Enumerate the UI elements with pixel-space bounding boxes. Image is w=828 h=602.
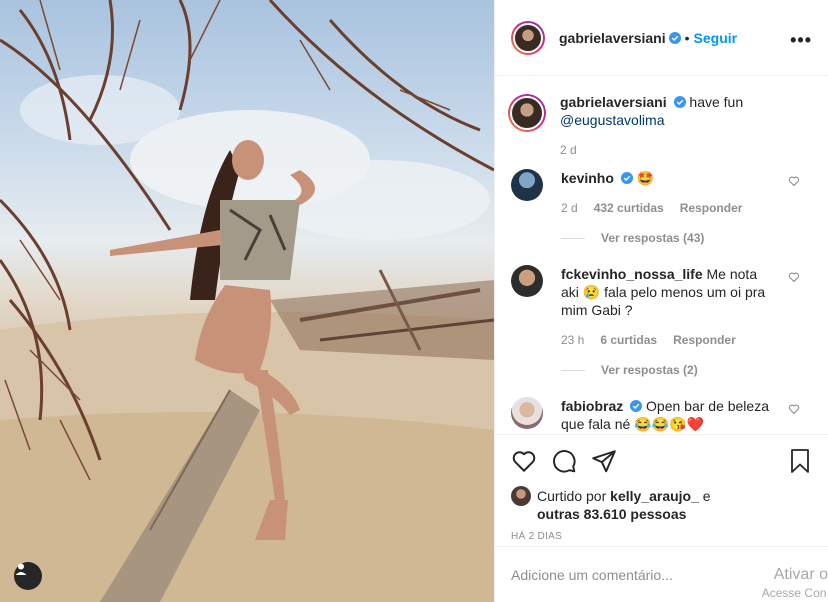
commenter-avatar[interactable] — [511, 169, 543, 201]
post-actions: Curtido por kelly_araujo_ e outras 83.61… — [495, 434, 828, 542]
action-icons-row — [511, 445, 812, 477]
view-replies-button[interactable]: Ver respostas (2) — [561, 361, 771, 379]
reply-button[interactable]: Responder — [673, 331, 736, 349]
caption: gabrielaversiani have fun @eugustavolima… — [508, 93, 812, 159]
view-replies-button[interactable]: Ver respostas (43) — [561, 229, 771, 247]
comment-icon — [553, 450, 576, 473]
caption-time: 2 d — [560, 143, 577, 157]
comment-item: fabiobraz Open bar de beleza que fala né… — [511, 397, 812, 433]
beach-scene-illustration — [0, 0, 494, 602]
comment-input[interactable] — [511, 566, 731, 583]
view-replies-label: Ver respostas (2) — [601, 363, 698, 377]
more-options-icon[interactable]: ••• — [790, 30, 812, 51]
author-username[interactable]: gabrielaversiani — [559, 30, 666, 46]
post-photo[interactable] — [0, 0, 494, 602]
verified-icon — [630, 400, 643, 412]
commenter-avatar[interactable] — [511, 265, 543, 297]
post-header: gabrielaversiani • Seguir ••• — [495, 0, 828, 76]
liker-username[interactable]: kelly_araujo_ — [610, 488, 699, 504]
replies-divider — [561, 237, 585, 239]
likes-connector: e — [702, 488, 711, 504]
save-button[interactable] — [788, 448, 812, 474]
like-button[interactable] — [511, 448, 537, 474]
caption-text: have fun — [689, 94, 744, 110]
watermark-line-1: Ativar o — [773, 566, 828, 583]
comment-likes[interactable]: 6 curtidas — [600, 331, 657, 349]
follow-button[interactable]: Seguir — [694, 30, 738, 46]
author-avatar[interactable] — [511, 20, 545, 55]
share-button[interactable] — [591, 448, 617, 474]
caption-avatar[interactable] — [508, 94, 546, 132]
user-tag-icon — [15, 563, 27, 575]
reply-button[interactable]: Responder — [680, 199, 743, 217]
like-comment-icon[interactable] — [788, 403, 800, 415]
likes-prefix: Curtido por — [537, 488, 607, 504]
comment-time: 23 h — [561, 333, 585, 347]
verified-icon — [620, 172, 633, 184]
verified-icon — [668, 31, 681, 44]
heart-icon — [512, 451, 536, 472]
watermark-line-2: Acesse Con — [761, 586, 827, 600]
liker-avatar[interactable] — [511, 486, 531, 506]
windows-activation-watermark: Ativar o Acesse Con — [752, 566, 828, 602]
comment-item: kevinho 🤩 2 d 432 curtidas Responder Ver… — [511, 169, 812, 247]
comment-button[interactable] — [551, 448, 577, 474]
user-tag-button[interactable] — [14, 562, 42, 590]
like-comment-icon[interactable] — [788, 271, 800, 283]
verified-icon — [673, 96, 686, 108]
caption-username[interactable]: gabrielaversiani — [560, 94, 667, 110]
add-comment-bar: Ativar o Acesse Con — [495, 546, 828, 602]
post-timestamp[interactable]: HÁ 2 DIAS — [511, 531, 812, 542]
comments-list[interactable]: gabrielaversiani have fun @eugustavolima… — [495, 77, 828, 433]
like-comment-icon[interactable] — [788, 175, 800, 187]
post-modal: gabrielaversiani • Seguir ••• gabrielave… — [0, 0, 828, 602]
replies-divider — [561, 369, 585, 371]
view-replies-label: Ver respostas (43) — [601, 231, 705, 245]
commenter-avatar[interactable] — [511, 397, 543, 429]
separator-dot: • — [684, 29, 690, 46]
share-icon — [592, 450, 616, 473]
comment-item: fckevinho_nossa_life Me nota aki 😢 fala … — [511, 265, 812, 379]
commenter-username[interactable]: fckevinho_nossa_life — [561, 266, 703, 282]
comment-likes[interactable]: 432 curtidas — [594, 199, 664, 217]
bookmark-icon — [791, 449, 809, 473]
caption-mention[interactable]: @eugustavolima — [560, 112, 665, 128]
comment-time: 2 d — [561, 201, 578, 215]
comment-text: 🤩 — [636, 170, 655, 186]
commenter-username[interactable]: kevinho — [561, 170, 614, 186]
commenter-username[interactable]: fabiobraz — [561, 398, 623, 414]
likes-summary: Curtido por kelly_araujo_ e outras 83.61… — [511, 486, 812, 523]
likes-others[interactable]: outras 83.610 pessoas — [537, 506, 686, 522]
post-side-panel: gabrielaversiani • Seguir ••• gabrielave… — [494, 0, 828, 602]
